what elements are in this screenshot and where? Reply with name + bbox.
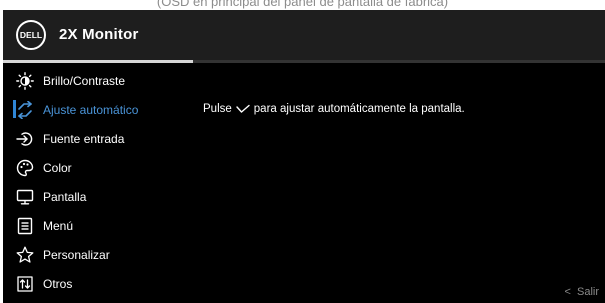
exit-label: Salir (576, 286, 599, 298)
menu-item-others[interactable]: Otros (3, 269, 193, 298)
color-palette-icon (16, 159, 34, 177)
menu-item-label: Ajuste automático (43, 103, 139, 117)
menu-item-color[interactable]: Color (3, 153, 193, 182)
menu-item-label: Fuente entrada (43, 132, 125, 146)
auto-adjust-icon (16, 100, 34, 120)
star-icon (16, 246, 34, 264)
menu-item-label: Personalizar (43, 248, 110, 262)
menu-item-label: Color (43, 161, 72, 175)
menu-item-label: Otros (43, 277, 73, 291)
description-text-before: Pulse (203, 103, 232, 115)
brightness-icon (16, 72, 34, 90)
menu-icon (16, 217, 34, 235)
checkmark-icon (236, 104, 250, 113)
auto-adjust-description: Pulse para ajustar automáticamente la pa… (203, 103, 465, 115)
header: DELL 2X Monitor (3, 10, 605, 60)
menu-item-personalize[interactable]: Personalizar (3, 240, 193, 269)
dell-logo: DELL (16, 20, 46, 50)
chevron-left-icon: < (564, 286, 571, 298)
menu-item-auto-adjust[interactable]: Ajuste automático (3, 95, 193, 124)
menu-item-display[interactable]: Pantalla (3, 182, 193, 211)
top-caption: (OSD en principal del panel de pantalla … (156, 0, 449, 9)
menu-item-brightness-contrast[interactable]: Brillo/Contraste (3, 66, 193, 95)
menu-item-label: Brillo/Contraste (43, 74, 126, 88)
description-text-after: para ajustar automáticamente la pantalla… (253, 103, 465, 115)
osd-window: DELL 2X Monitor Brillo/Contraste Ajuste … (3, 10, 605, 303)
menu-item-label: Menú (43, 219, 74, 233)
menu-item-input-source[interactable]: Fuente entrada (3, 124, 193, 153)
others-icon (16, 275, 34, 293)
menu-item-menu[interactable]: Menú (3, 211, 193, 240)
main-menu: Brillo/Contraste Ajuste automático Fuent… (3, 66, 193, 298)
input-source-icon (16, 130, 34, 148)
menu-item-label: Pantalla (43, 190, 87, 204)
exit-button[interactable]: < Salir (565, 286, 599, 298)
menu-header-indicator (3, 60, 193, 63)
logo-text: DELL (19, 30, 43, 40)
display-icon (16, 188, 34, 206)
page-title: 2X Monitor (59, 26, 139, 43)
